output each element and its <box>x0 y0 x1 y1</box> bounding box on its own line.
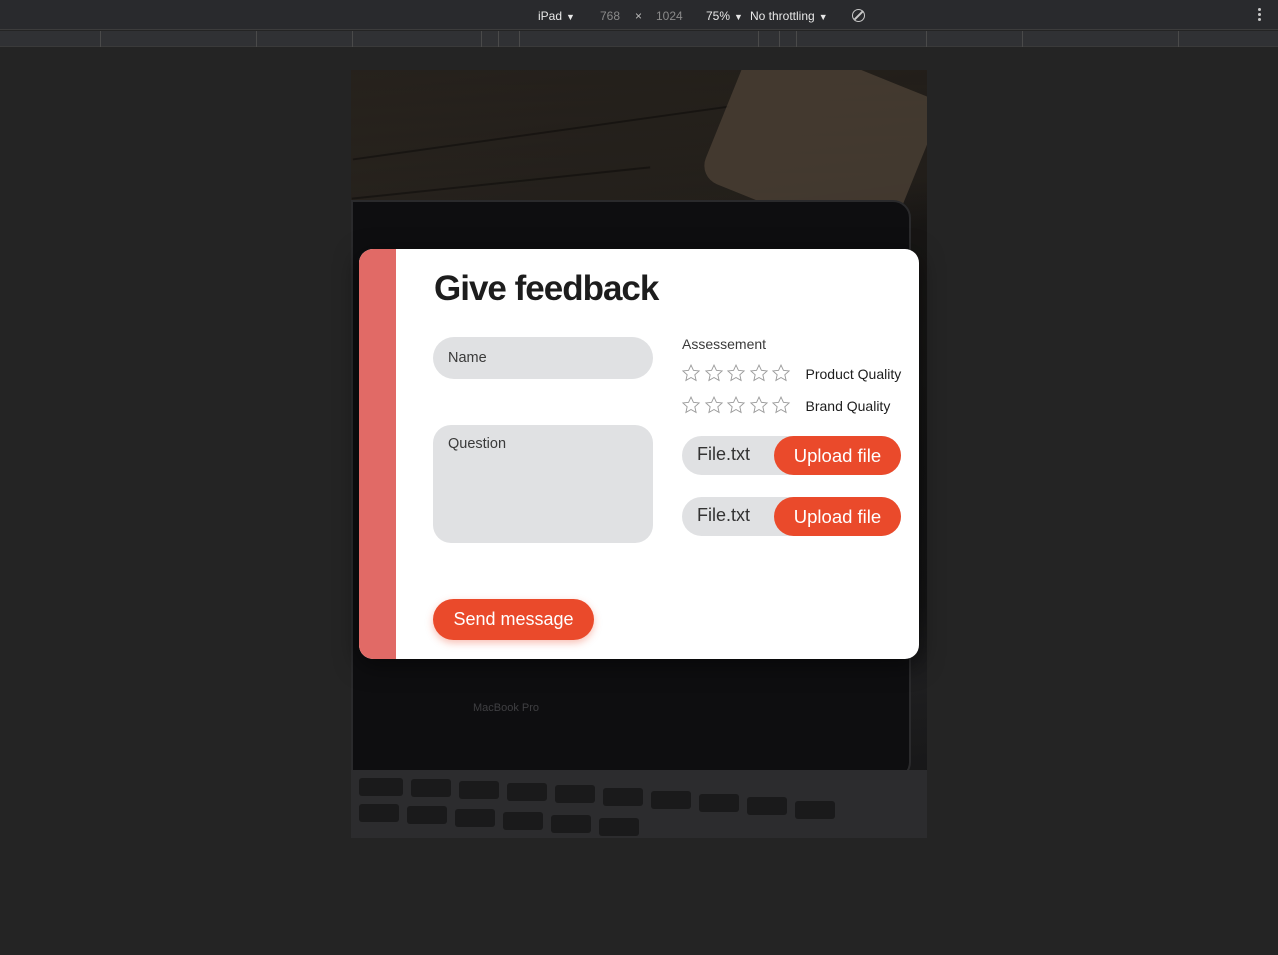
zoom-select[interactable]: 75% ▼ <box>706 9 743 23</box>
desk-plank-line <box>351 166 651 200</box>
chevron-down-icon: ▼ <box>818 12 828 22</box>
star-icon[interactable] <box>704 395 727 417</box>
desk-plank-line <box>352 105 730 161</box>
star-icon[interactable] <box>726 395 749 417</box>
modal-accent-bar <box>359 249 396 659</box>
rating-brand-quality: Brand Quality <box>681 394 890 418</box>
viewport-width-input[interactable]: 768 <box>600 9 620 23</box>
rating-label: Product Quality <box>805 366 902 382</box>
dimension-separator: × <box>635 9 643 23</box>
file-upload: File.txt Upload file <box>682 436 901 475</box>
media-query-ruler <box>0 31 1278 47</box>
zoom-select-value: 75% <box>706 9 731 23</box>
form-title: Give feedback <box>434 269 659 308</box>
file-upload: File.txt Upload file <box>682 497 901 536</box>
throttling-select[interactable]: No throttling ▼ <box>750 9 828 23</box>
star-icon[interactable] <box>749 363 772 385</box>
chevron-down-icon: ▼ <box>734 12 743 22</box>
chevron-down-icon: ▼ <box>566 12 575 22</box>
star-icon[interactable] <box>771 395 794 417</box>
file-name: File.txt <box>697 505 751 525</box>
star-icon[interactable] <box>749 395 772 417</box>
laptop-keyboard-image <box>351 770 927 838</box>
star-icon[interactable] <box>771 363 794 385</box>
star-icon[interactable] <box>681 395 704 417</box>
upload-file-button[interactable]: Upload file <box>774 497 901 536</box>
send-message-button[interactable]: Send message <box>433 599 594 640</box>
star-icon[interactable] <box>681 363 704 385</box>
device-select[interactable]: iPad ▼ <box>538 9 575 23</box>
rating-product-quality: Product Quality <box>681 362 901 386</box>
rating-label: Brand Quality <box>805 398 891 414</box>
star-rating <box>681 363 794 385</box>
more-options-icon[interactable] <box>1256 8 1262 24</box>
throttling-select-value: No throttling <box>750 9 815 23</box>
upload-file-button[interactable]: Upload file <box>774 436 901 475</box>
question-textarea[interactable] <box>433 425 653 543</box>
star-icon[interactable] <box>726 363 749 385</box>
assessment-label: Assessement <box>682 336 767 352</box>
star-icon[interactable] <box>704 363 727 385</box>
feedback-modal: Give feedback Assessement Product Qualit… <box>359 249 919 659</box>
rotate-icon[interactable] <box>852 9 865 22</box>
device-select-value: iPad <box>538 9 563 23</box>
file-name: File.txt <box>697 444 751 464</box>
devtools-device-toolbar: iPad ▼ 768 × 1024 75% ▼ No throttling ▼ <box>0 0 1278 30</box>
name-input[interactable] <box>433 337 653 379</box>
laptop-label: MacBook Pro <box>473 702 540 714</box>
star-rating <box>681 395 794 417</box>
viewport-height-input[interactable]: 1024 <box>656 9 683 23</box>
